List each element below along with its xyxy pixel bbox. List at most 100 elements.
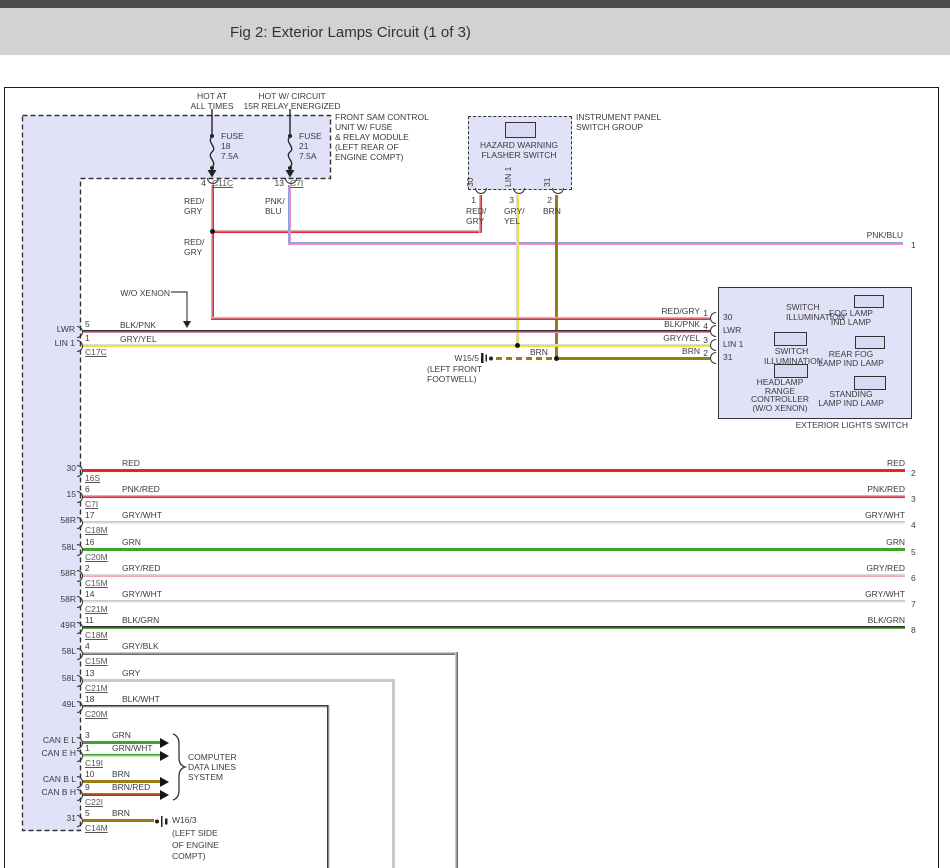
fog-lamp-label: FOG LAMP IND LAMP (818, 309, 884, 326)
wire-label: GRY/YEL (630, 333, 700, 343)
pin-number: 1 (696, 308, 708, 318)
connector-name: C21M (85, 604, 108, 614)
front-sam-box (23, 116, 331, 831)
rear-fog-lamp-label: REAR FOG LAMP IND LAMP (815, 350, 887, 367)
ground-location-w15: (LEFT FRONT FOOTWELL) (427, 364, 482, 384)
wire-blk-pnk (83, 330, 710, 333)
wire-red-gry-horizontal (211, 230, 482, 233)
wire-name-label: PNK/RED (122, 484, 160, 494)
can-left-label: CAN B L (20, 774, 76, 784)
pin-number: 9 (85, 782, 90, 792)
connector-name: C15M (85, 656, 108, 666)
can-left-label: CAN E H (20, 748, 76, 758)
row-left-label: 58R (20, 515, 76, 525)
wire-name-right: GRY/RED (835, 563, 905, 573)
pin-number: 6 (85, 484, 90, 494)
connector-name: C7I (85, 499, 98, 509)
pin-number: 3 (696, 335, 708, 345)
wire-name-right: GRY/WHT (835, 589, 905, 599)
wire-name-label: GRY/WHT (122, 510, 162, 520)
wire-row (83, 469, 905, 472)
wire-can-row (83, 754, 160, 757)
wire-number: 1 (911, 240, 916, 250)
right-arrow-icon (160, 790, 169, 800)
wire-row (83, 548, 905, 551)
sam-pin-31: 31 (40, 813, 76, 823)
hazard-pin-31: 31 (542, 178, 552, 187)
connector-name: C14M (85, 823, 108, 833)
rear-fog-lamp-ind-lamp (855, 336, 885, 349)
wire-can-row (83, 793, 160, 796)
wire-name-right: PNK/RED (835, 484, 905, 494)
headlamp-range-label: HEADLAMP RANGE CONTROLLER (W/O XENON) (748, 378, 812, 412)
wire-brn-dashed-ground (496, 357, 554, 360)
wire-name-label: GRY (122, 668, 140, 678)
row-left-label: 58R (20, 568, 76, 578)
wire-number: 3 (911, 494, 916, 504)
pin-number: 3 (85, 730, 90, 740)
switch-pin-lin1: LIN 1 (723, 339, 743, 349)
wire-name-label: GRY/BLK (122, 641, 159, 651)
connector-name: C11C (212, 178, 233, 188)
down-arrow-icon (183, 321, 191, 328)
connector-name: C20M (85, 552, 108, 562)
wire-row (83, 626, 905, 629)
pin-number: 2 (540, 195, 552, 205)
wire-name-label: GRN/WHT (112, 743, 153, 753)
pin-number: 17 (85, 510, 94, 520)
wire-pnk-blu-horizontal (288, 242, 903, 245)
pin-number: 5 (85, 319, 90, 329)
wire-label-brn: BRN (112, 808, 130, 818)
wire-label-brn: BRN (530, 347, 548, 357)
wire-name-label: GRN (122, 537, 141, 547)
headlamp-range-controller (774, 364, 808, 378)
pin-number: 2 (85, 563, 90, 573)
hazard-switch-name: HAZARD WARNING FLASHER SWITCH (468, 140, 570, 160)
junction-dot (210, 229, 215, 234)
sam-pin-lin1: LIN 1 (40, 338, 75, 348)
wire-name-right: RED (835, 458, 905, 468)
fog-lamp-ind-lamp (854, 295, 884, 308)
brace-icon (173, 734, 185, 800)
wire-label: BRN (630, 346, 700, 356)
wire-label-red-gry: RED/ GRY (184, 196, 204, 216)
pin-number: 10 (85, 769, 94, 779)
row-left-label: 30 (20, 463, 76, 473)
row-left-label: 15 (20, 489, 76, 499)
connector-arc (710, 325, 716, 337)
fuse-21-label: FUSE 21 7.5A (299, 131, 322, 161)
wire-label-pnk-blu: PNK/ BLU (265, 196, 285, 216)
wire-row (83, 495, 905, 498)
pin-number: 4 (191, 178, 206, 188)
connector-name: C18M (85, 630, 108, 640)
wire-row (83, 679, 395, 682)
wire-label-gry-yel: GRY/YEL (120, 334, 157, 344)
row-left-label: 49R (20, 620, 76, 630)
can-left-label: CAN B H (20, 787, 76, 797)
right-arrow-icon (160, 751, 169, 761)
standing-lamp-label: STANDING LAMP IND LAMP (815, 390, 887, 407)
ground-w15-icon (481, 353, 493, 363)
hazard-pin-30: 30 (465, 178, 475, 187)
pin-number: 1 (85, 333, 90, 343)
pin-number: 16 (85, 537, 94, 547)
wire-name-label: GRY/RED (122, 563, 161, 573)
wire-label-red-gry: RED/ GRY (466, 206, 486, 226)
can-left-label: CAN E L (20, 735, 76, 745)
row-left-label: 58L (20, 542, 76, 552)
wire-name-label: BLK/GRN (122, 615, 159, 625)
wire-name-right: BLK/GRN (835, 615, 905, 625)
wiring-diagram-page: Fig 2: Exterior Lamps Circuit (1 of 3) (0, 0, 950, 868)
pin-number: 4 (696, 321, 708, 331)
switch-pin-lwr: LWR (723, 325, 741, 335)
wire-name-right: GRY/WHT (835, 510, 905, 520)
connector-name: C17C (85, 347, 107, 357)
connector-arc (710, 352, 716, 364)
wo-xenon-pointer (171, 292, 187, 321)
wire-row (83, 521, 905, 524)
feed-label-hot-w-circuit: HOT W/ CIRCUIT 15R RELAY ENERGIZED (237, 91, 347, 111)
switch-illumination-label: SWITCH ILLUMINATION (764, 346, 819, 366)
wire-number: 6 (911, 573, 916, 583)
wire-label-brn: BRN (543, 206, 561, 216)
wire-brn-to-switch (555, 357, 710, 360)
